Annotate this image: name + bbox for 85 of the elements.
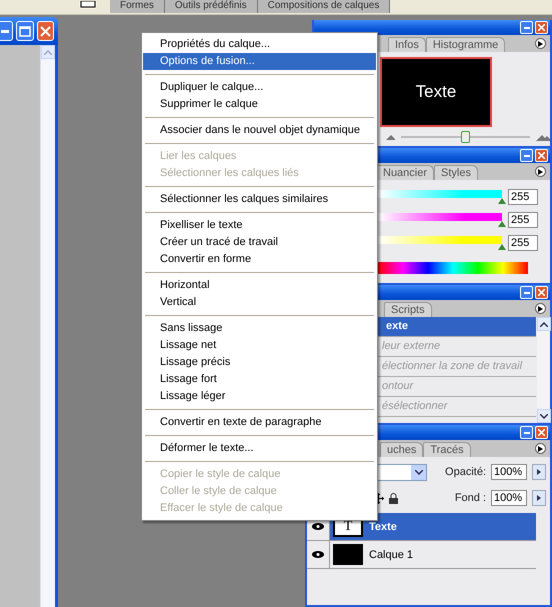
mountain-small-icon[interactable] [386, 134, 395, 140]
panel-tab[interactable]: Histogramme [426, 37, 506, 52]
menu-item[interactable]: Sélectionner les calques similaires [143, 191, 376, 208]
panel-tab[interactable]: uches [380, 442, 424, 457]
panel-menu-button[interactable] [535, 303, 546, 314]
color-spectrum[interactable] [378, 262, 528, 274]
minimize-button[interactable] [520, 426, 533, 439]
preview-text: Texte [416, 82, 456, 102]
minimize-button[interactable] [520, 286, 533, 299]
triangle-right-icon [537, 495, 541, 501]
layer-name: Texte [369, 520, 397, 532]
minimize-button[interactable] [520, 149, 533, 162]
menu-item[interactable]: Associer dans le nouvel objet dynamique [143, 122, 376, 139]
fill-arrow-button[interactable] [532, 490, 546, 506]
eye-icon[interactable] [312, 551, 324, 558]
triangle-right-icon [538, 446, 543, 452]
panel-tab[interactable]: Infos [388, 37, 426, 52]
opacity-arrow-button[interactable] [532, 464, 546, 480]
minimize-icon [524, 431, 530, 434]
menu-item[interactable]: Créer un tracé de travail [143, 234, 376, 251]
panel-tab[interactable]: Styles [434, 165, 478, 180]
close-button[interactable] [535, 149, 548, 162]
menu-item[interactable]: Propriétés du calque... [143, 36, 376, 53]
maximize-icon [19, 26, 31, 36]
value-field[interactable]: 255 [508, 212, 538, 228]
minimize-button[interactable] [0, 21, 14, 41]
fill-label: Fond : [454, 492, 486, 504]
minimize-icon [524, 291, 530, 294]
mountain-large-icon[interactable] [536, 134, 550, 140]
close-icon [538, 152, 545, 159]
menu-item[interactable]: Convertir en texte de paragraphe [143, 414, 376, 431]
minimize-icon [0, 30, 9, 32]
close-icon [538, 429, 545, 436]
value-field[interactable]: 255 [508, 189, 538, 205]
panel-tab[interactable]: Tracés [423, 442, 471, 457]
minimize-button[interactable] [520, 21, 533, 34]
lock-icon[interactable] [389, 492, 398, 504]
maximize-button[interactable] [16, 21, 34, 41]
layer-thumbnail [333, 544, 363, 565]
panel-menu-button[interactable] [535, 166, 546, 177]
layer-row[interactable]: Calque 1 [307, 541, 536, 569]
close-button[interactable] [535, 21, 548, 34]
triangle-right-icon [538, 168, 543, 174]
panel-tab[interactable]: Nuancier [376, 165, 434, 180]
menu-item[interactable]: Vertical [143, 294, 376, 311]
close-button[interactable] [36, 21, 54, 41]
close-button[interactable] [535, 286, 548, 299]
text-layer-glyph: T [344, 518, 352, 534]
close-icon [40, 26, 51, 36]
palette-tab[interactable]: Compositions de calques [258, 0, 390, 13]
menu-item[interactable]: Horizontal [143, 277, 376, 294]
menu-item[interactable]: Pixelliser le texte [143, 217, 376, 234]
palette-tab[interactable]: Formes [110, 0, 165, 13]
triangle-right-icon [537, 469, 541, 475]
scroll-up-button[interactable] [537, 317, 551, 331]
menu-item[interactable]: Convertir en forme [143, 251, 376, 268]
minimize-icon [524, 154, 530, 157]
chevron-down-icon [540, 414, 548, 418]
menu-item[interactable]: Supprimer le calque [143, 96, 376, 113]
close-icon [538, 289, 545, 296]
triangle-right-icon [538, 40, 543, 46]
fill-field[interactable]: 100% [491, 490, 527, 506]
palette-well-icon[interactable] [80, 1, 96, 9]
minimize-icon [524, 26, 530, 29]
value-field[interactable]: 255 [508, 235, 538, 251]
chevron-down-icon [414, 470, 422, 474]
menu-item[interactable]: Déformer le texte... [143, 440, 376, 457]
menu-item[interactable]: Dupliquer le calque... [143, 79, 376, 96]
layer-name: Calque 1 [369, 548, 414, 560]
chevron-up-icon [44, 50, 52, 54]
palette-tab[interactable]: Outils prédéfinis [164, 0, 258, 13]
slider-thumb[interactable] [461, 131, 470, 143]
eye-icon[interactable] [312, 523, 324, 530]
opacity-field[interactable]: 100% [491, 464, 527, 480]
close-icon [538, 24, 545, 31]
scroll-down-button[interactable] [537, 409, 551, 423]
panel-tab[interactable]: Scripts [384, 302, 432, 317]
close-button[interactable] [535, 426, 548, 439]
panel-menu-button[interactable] [535, 443, 546, 454]
panel-menu-button[interactable] [535, 38, 546, 49]
opacity-label: Opacité: [445, 466, 486, 478]
chevron-up-icon [540, 322, 548, 326]
layer-row[interactable]: T Texte [307, 513, 536, 541]
menu-item[interactable]: Options de fusion... [143, 53, 376, 70]
triangle-right-icon [538, 306, 543, 312]
